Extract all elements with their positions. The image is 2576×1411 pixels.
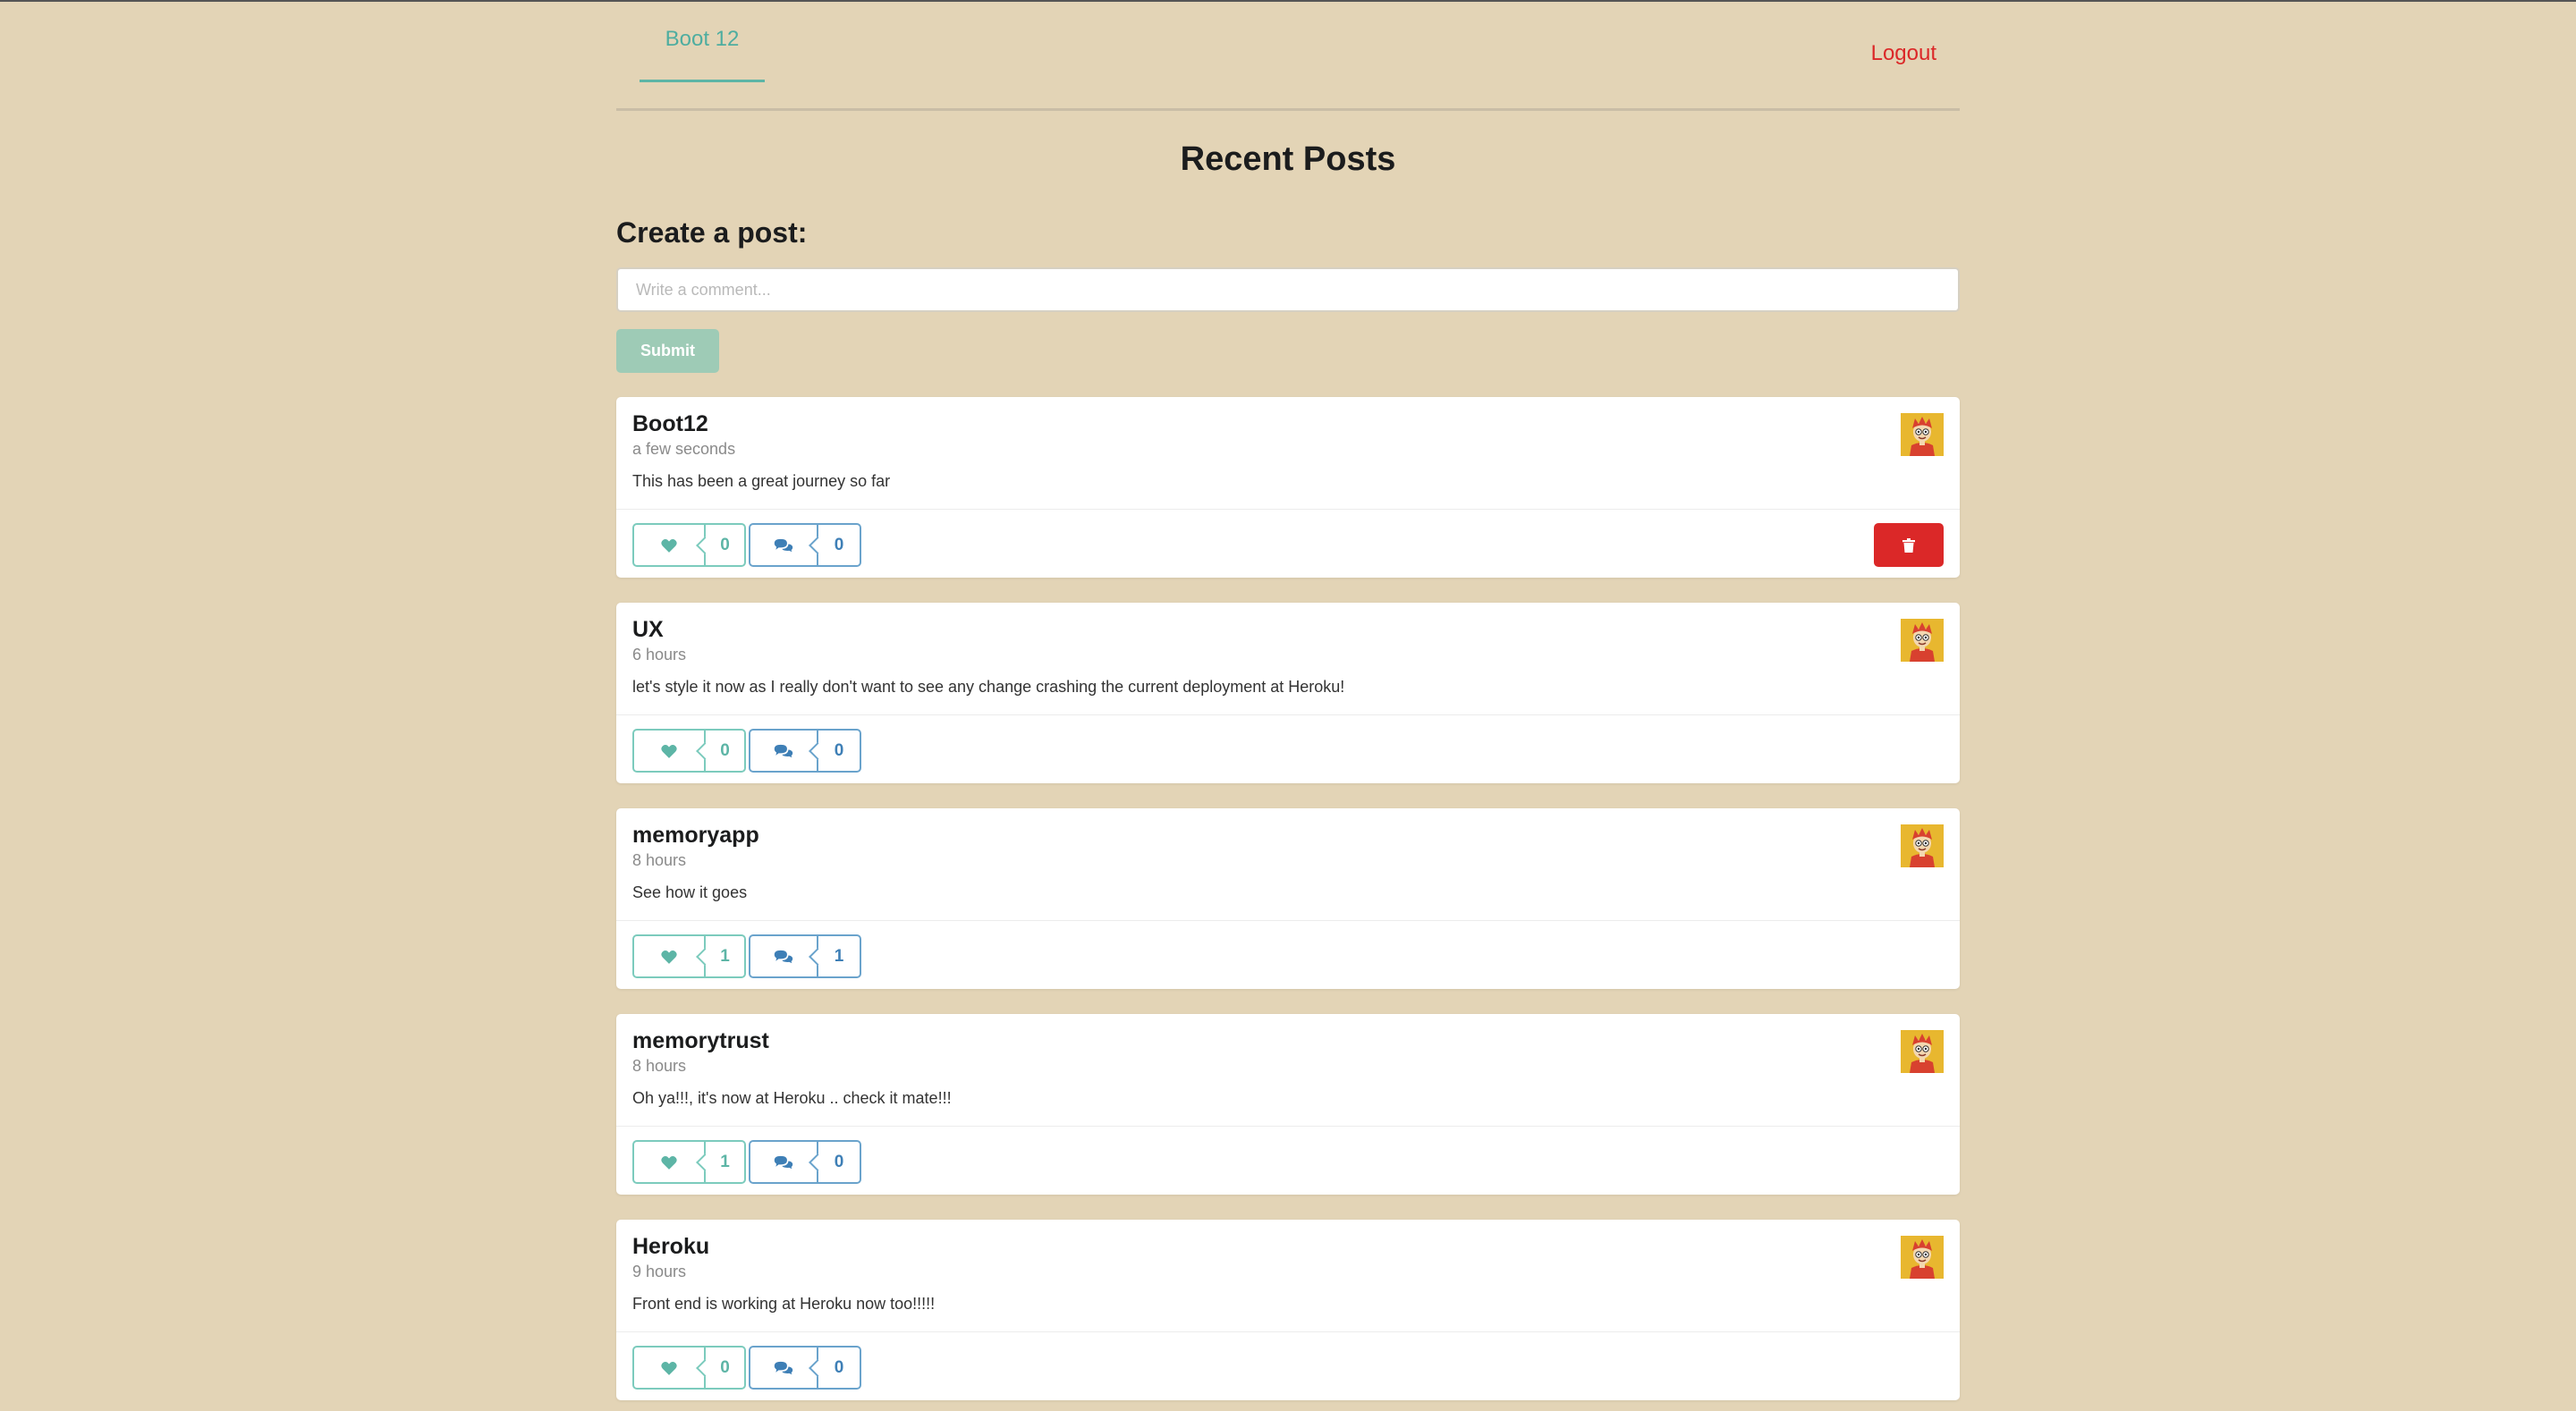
main-container: Boot 12 Logout Recent Posts Create a pos… xyxy=(616,0,1960,1400)
comments-icon xyxy=(774,1361,793,1374)
avatar xyxy=(1901,824,1944,867)
comment-button[interactable]: 0 xyxy=(749,1346,861,1390)
avatar xyxy=(1901,413,1944,456)
comment-count[interactable]: 0 xyxy=(818,1346,861,1390)
post-card: UX 6 hours let's style it now as I reall… xyxy=(616,603,1960,783)
post-body: Front end is working at Heroku now too!!… xyxy=(632,1295,936,1313)
post-author[interactable]: memorytrust xyxy=(632,1027,769,1055)
post-body: let's style it now as I really don't wan… xyxy=(632,678,1345,696)
post-divider xyxy=(616,714,1960,715)
post-body: This has been a great journey so far xyxy=(632,472,891,490)
heart-icon xyxy=(661,538,677,553)
heart-icon xyxy=(661,1361,677,1375)
post-time: 9 hours xyxy=(632,1263,687,1280)
post-divider xyxy=(616,920,1960,921)
post-author[interactable]: memoryapp xyxy=(632,821,759,849)
comment-button[interactable]: 1 xyxy=(749,934,861,978)
post-author[interactable]: Heroku xyxy=(632,1232,709,1261)
post-time: 6 hours xyxy=(632,646,687,663)
comment-button[interactable]: 0 xyxy=(749,1140,861,1184)
comments-icon xyxy=(774,538,793,552)
post-divider xyxy=(616,1126,1960,1127)
submit-button[interactable]: Submit xyxy=(616,329,719,373)
post-body: See how it goes xyxy=(632,883,748,901)
post-card: Heroku 9 hours Front end is working at H… xyxy=(616,1220,1960,1400)
post-time: 8 hours xyxy=(632,1057,687,1075)
avatar xyxy=(1901,1236,1944,1279)
post-card: memorytrust 8 hours Oh ya!!!, it's now a… xyxy=(616,1014,1960,1195)
post-input[interactable] xyxy=(616,267,1960,312)
like-button[interactable]: 1 xyxy=(632,1140,746,1184)
comment-count[interactable]: 0 xyxy=(818,523,861,567)
heart-icon xyxy=(661,1155,677,1170)
comments-icon xyxy=(774,744,793,757)
comments-icon xyxy=(774,1155,793,1169)
like-button[interactable]: 1 xyxy=(632,934,746,978)
page-title: Recent Posts xyxy=(1180,140,1396,178)
like-count[interactable]: 0 xyxy=(706,1346,746,1390)
home-menu-item[interactable]: Boot 12 xyxy=(640,0,765,82)
delete-button[interactable] xyxy=(1874,523,1944,567)
like-count[interactable]: 0 xyxy=(706,729,746,773)
comment-count[interactable]: 0 xyxy=(818,729,861,773)
post-author[interactable]: Boot12 xyxy=(632,410,708,438)
create-post-title: Create a post: xyxy=(616,216,808,249)
comment-count[interactable]: 1 xyxy=(818,934,861,978)
post-divider xyxy=(616,509,1960,510)
trash-icon xyxy=(1902,537,1915,553)
like-button[interactable]: 0 xyxy=(632,729,746,773)
logout-menu-item[interactable]: Logout xyxy=(1871,0,1936,108)
post-card: memoryapp 8 hours See how it goes 1 1 xyxy=(616,808,1960,989)
like-button[interactable]: 0 xyxy=(632,523,746,567)
post-divider xyxy=(616,1331,1960,1332)
comment-button[interactable]: 0 xyxy=(749,729,861,773)
post-author[interactable]: UX xyxy=(632,615,664,644)
like-button[interactable]: 0 xyxy=(632,1346,746,1390)
comment-button[interactable]: 0 xyxy=(749,523,861,567)
post-body: Oh ya!!!, it's now at Heroku .. check it… xyxy=(632,1089,952,1107)
post-card: Boot12 a few seconds This has been a gre… xyxy=(616,397,1960,578)
post-time: a few seconds xyxy=(632,440,736,458)
like-count[interactable]: 1 xyxy=(706,1140,746,1184)
comments-icon xyxy=(774,950,793,963)
heart-icon xyxy=(661,744,677,758)
heart-icon xyxy=(661,950,677,964)
like-count[interactable]: 1 xyxy=(706,934,746,978)
comment-count[interactable]: 0 xyxy=(818,1140,861,1184)
post-time: 8 hours xyxy=(632,851,687,869)
like-count[interactable]: 0 xyxy=(706,523,746,567)
avatar xyxy=(1901,1030,1944,1073)
avatar xyxy=(1901,619,1944,662)
top-menu: Boot 12 Logout xyxy=(616,0,1960,111)
